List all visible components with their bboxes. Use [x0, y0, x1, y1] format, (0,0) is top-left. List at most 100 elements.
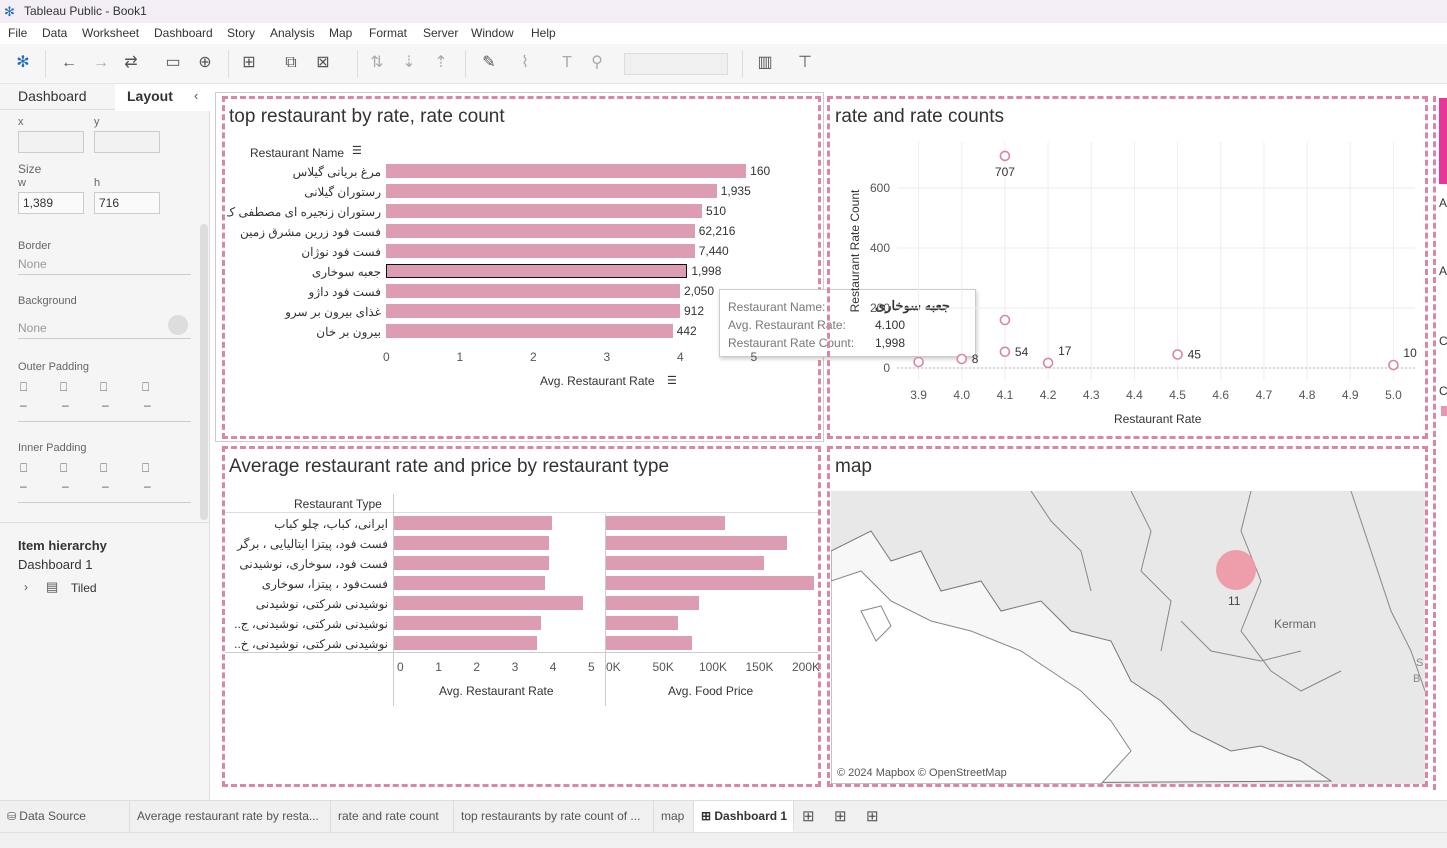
- legend-swatch: [1441, 406, 1447, 416]
- restaurant-rate-bar[interactable]: [386, 244, 695, 258]
- new-worksheet-icon[interactable]: ⊞: [238, 52, 260, 74]
- scatter-point[interactable]: [1042, 357, 1054, 369]
- outer-padding-controls[interactable]: ⎕ ⎕ ⎕ ⎕ – – – –: [18, 380, 191, 422]
- avg-price-bar[interactable]: [606, 516, 726, 530]
- new-dashboard-tab-icon[interactable]: ⊞: [834, 807, 847, 825]
- save-icon[interactable]: ▭: [162, 52, 184, 74]
- sort-descending-icon[interactable]: ⇡: [430, 52, 452, 74]
- x-tick-label: 5.0: [1385, 388, 1402, 402]
- map-view[interactable]: 11 Kerman S B © 2024 Mapbox © OpenStreet…: [831, 491, 1425, 784]
- scatter-point[interactable]: [999, 346, 1011, 358]
- replay-icon[interactable]: ⇄: [120, 52, 142, 74]
- undo-icon[interactable]: ←: [58, 52, 80, 74]
- menu-help[interactable]: Help: [531, 26, 556, 40]
- avg-price-bar[interactable]: [606, 576, 815, 590]
- clear-sheet-icon[interactable]: ⊠: [312, 52, 334, 74]
- scatter-chart: 3.9 4.0 4.1 4.2 4.3 4.4 4.5 4.6 4.7 4.8 4.9 5.00200…: [870, 142, 1417, 402]
- restaurant-rate-bar[interactable]: [386, 324, 673, 338]
- swap-icon[interactable]: ⇅: [366, 52, 388, 74]
- avg-price-bar[interactable]: [606, 636, 692, 650]
- new-worksheet-tab-icon[interactable]: ⊞: [802, 807, 815, 825]
- show-me-icon[interactable]: ▥: [754, 52, 776, 74]
- border-dropdown[interactable]: None: [18, 257, 191, 275]
- expand-icon[interactable]: ›: [24, 580, 28, 594]
- sort-icon[interactable]: ☰: [352, 144, 362, 157]
- avg-price-bar[interactable]: [606, 556, 764, 570]
- scatter-point[interactable]: [999, 150, 1011, 162]
- menu-data[interactable]: Data: [42, 26, 67, 40]
- tab-sheet-map[interactable]: map: [654, 801, 694, 832]
- sort-ascending-icon[interactable]: ⇣: [398, 52, 420, 74]
- map-attribution[interactable]: © 2024 Mapbox © OpenStreetMap: [837, 767, 1007, 779]
- panel-scrollbar[interactable]: [200, 224, 208, 520]
- tab-dashboard[interactable]: Dashboard: [18, 88, 87, 104]
- avg-price-bar[interactable]: [606, 616, 678, 630]
- background-dropdown[interactable]: None: [18, 321, 191, 339]
- restaurant-rate-bar[interactable]: [386, 304, 680, 318]
- tab-sheet-avg-rate[interactable]: Average restaurant rate by resta...: [130, 801, 331, 832]
- presentation-icon[interactable]: ⊤: [794, 52, 816, 74]
- hierarchy-root[interactable]: Dashboard 1: [18, 557, 92, 572]
- fit-dropdown[interactable]: [624, 53, 728, 75]
- tab-sheet-top-restaurants[interactable]: top restaurants by rate count of ...: [454, 801, 654, 832]
- menu-window[interactable]: Window: [471, 26, 514, 40]
- restaurant-rate-bar[interactable]: [386, 164, 747, 178]
- background-label: Background: [18, 295, 77, 307]
- menu-format[interactable]: Format: [369, 26, 407, 40]
- rate-tick-label: 3: [511, 660, 519, 674]
- restaurant-rate-bar[interactable]: [386, 184, 717, 198]
- map-bubble[interactable]: [1216, 550, 1256, 590]
- map-edge-label-b: B: [1413, 673, 1421, 685]
- hierarchy-child[interactable]: Tiled: [71, 581, 97, 595]
- highlight-icon[interactable]: ✎: [478, 52, 500, 74]
- avg-rate-bar[interactable]: [394, 596, 584, 610]
- tableau-home-icon[interactable]: ✻: [12, 52, 34, 74]
- avg-price-bar[interactable]: [606, 536, 788, 550]
- y-field[interactable]: [94, 131, 160, 153]
- avg-rate-bar[interactable]: [394, 616, 541, 630]
- width-field[interactable]: 1,389: [18, 192, 84, 214]
- menu-story[interactable]: Story: [227, 26, 255, 40]
- menu-map[interactable]: Map: [329, 26, 352, 40]
- tab-layout[interactable]: Layout: [127, 88, 173, 104]
- pin-icon[interactable]: ⚲: [586, 52, 608, 74]
- new-datasource-icon[interactable]: ⊕: [194, 52, 216, 74]
- menu-file[interactable]: File: [8, 26, 27, 40]
- tab-data-source-label: Data Source: [19, 809, 86, 823]
- avg-rate-bar[interactable]: [394, 576, 545, 590]
- avg-price-bar[interactable]: [606, 596, 699, 610]
- x-tick-label: 4.9: [1342, 388, 1359, 402]
- restaurant-rate-bar[interactable]: [386, 264, 688, 278]
- inner-padding-controls[interactable]: ⎕ ⎕ ⎕ ⎕ – – – –: [18, 461, 191, 503]
- menu-server[interactable]: Server: [423, 26, 458, 40]
- new-story-tab-icon[interactable]: ⊞: [866, 807, 879, 825]
- duplicate-sheet-icon[interactable]: ⧉: [280, 52, 302, 74]
- tab-sheet-rate-count[interactable]: rate and rate count: [331, 801, 454, 832]
- tab-dashboard-1[interactable]: ⊞ Dashboard 1: [694, 801, 794, 832]
- menu-analysis[interactable]: Analysis: [270, 26, 315, 40]
- collapse-panel-icon[interactable]: ‹: [194, 88, 198, 103]
- restaurant-rate-bar[interactable]: [386, 224, 695, 238]
- redo-icon[interactable]: →: [90, 52, 112, 74]
- avg-rate-bar[interactable]: [394, 556, 549, 570]
- scatter-point[interactable]: [1388, 359, 1399, 371]
- x-tick-label: 3: [603, 350, 611, 364]
- x-field[interactable]: [18, 131, 84, 153]
- group-icon[interactable]: ⌇: [514, 52, 536, 74]
- avg-rate-bar[interactable]: [394, 516, 553, 530]
- scatter-point[interactable]: [913, 356, 924, 368]
- scatter-point[interactable]: [999, 314, 1011, 326]
- label-icon[interactable]: T: [556, 52, 578, 74]
- restaurant-rate-bar[interactable]: [386, 204, 703, 218]
- menu-dashboard[interactable]: Dashboard: [154, 26, 213, 40]
- avg-rate-bar[interactable]: [394, 636, 538, 650]
- background-color-swatch[interactable]: [168, 315, 188, 335]
- axis-sort-icon[interactable]: ☰: [667, 374, 677, 387]
- menu-worksheet[interactable]: Worksheet: [82, 26, 139, 40]
- height-field[interactable]: 716: [94, 192, 160, 214]
- avg-rate-bar[interactable]: [394, 536, 549, 550]
- scatter-point[interactable]: [1172, 349, 1183, 360]
- tab-data-source[interactable]: ⛁ Data Source: [0, 801, 130, 832]
- restaurant-rate-bar[interactable]: [386, 284, 680, 298]
- sheet1-title: top restaurant by rate, rate count: [229, 106, 505, 127]
